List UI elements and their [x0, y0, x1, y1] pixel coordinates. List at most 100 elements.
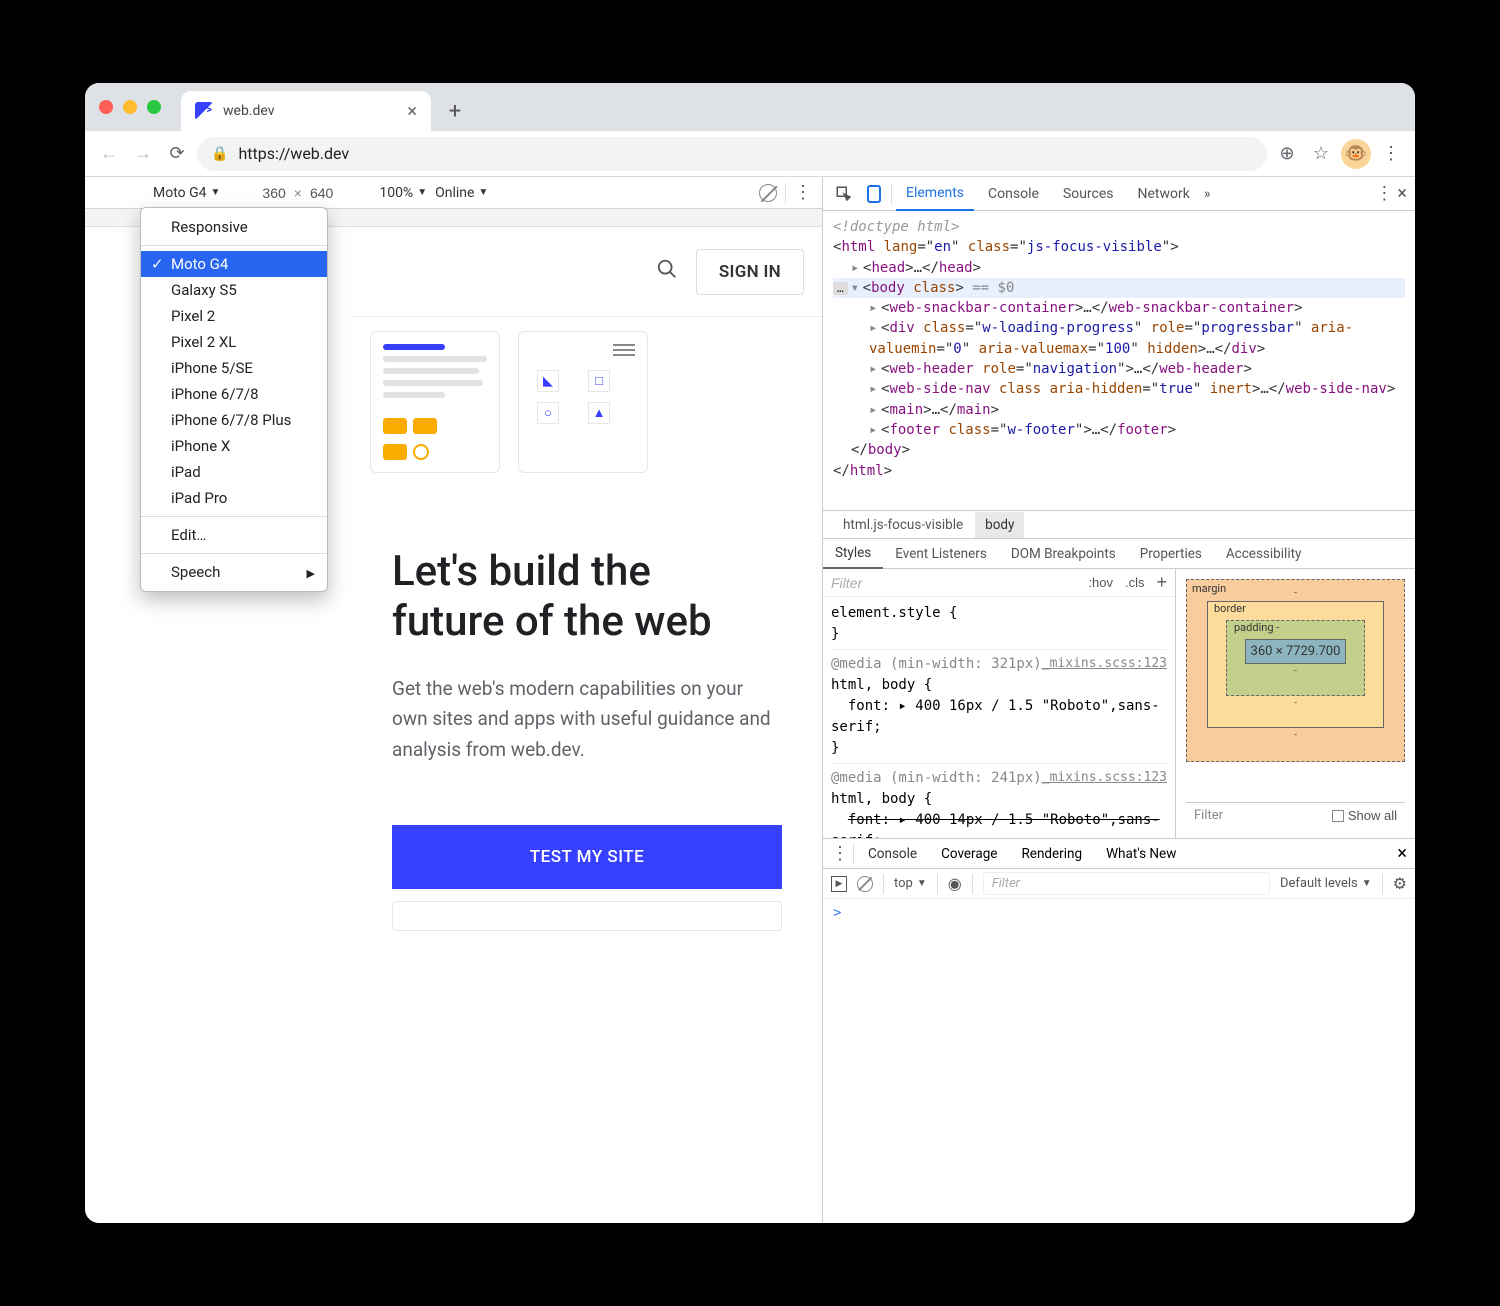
context-select[interactable]: top ▼: [894, 876, 927, 891]
device-select[interactable]: Moto G4 ▼: [153, 185, 220, 201]
rule-source[interactable]: _mixins.scss:123: [1042, 654, 1167, 674]
device-option[interactable]: Moto G4: [141, 251, 327, 277]
reload-icon[interactable]: ⟳: [163, 140, 191, 168]
cls-toggle[interactable]: .cls: [1125, 575, 1145, 590]
card[interactable]: ◣ □ ○ ▲: [518, 331, 648, 473]
play-icon[interactable]: ▶: [831, 876, 847, 892]
tab-network[interactable]: Network: [1128, 178, 1200, 210]
hov-toggle[interactable]: :hov: [1088, 575, 1113, 590]
address-bar[interactable]: 🔒 https://web.dev: [197, 137, 1267, 171]
device-option[interactable]: iPhone 6/7/8: [141, 381, 327, 407]
device-mode-icon[interactable]: [861, 181, 887, 207]
minimize-window-icon[interactable]: [123, 100, 137, 114]
forward-icon[interactable]: →: [129, 140, 157, 168]
close-window-icon[interactable]: [99, 100, 113, 114]
device-option[interactable]: iPhone X: [141, 433, 327, 459]
tab-elements[interactable]: Elements: [896, 177, 974, 211]
rule-source[interactable]: _mixins.scss:123: [1042, 768, 1167, 788]
device-option[interactable]: Pixel 2 XL: [141, 329, 327, 355]
devtools-menu-icon[interactable]: ⋮: [1375, 183, 1393, 204]
show-all-toggle[interactable]: Show all: [1332, 808, 1397, 823]
placeholder-line: [383, 344, 445, 350]
profile-avatar[interactable]: 🐵: [1341, 139, 1371, 169]
dom-line-selected[interactable]: …▾<body class> == $0: [833, 278, 1405, 298]
device-option[interactable]: iPhone 6/7/8 Plus: [141, 407, 327, 433]
viewport-width[interactable]: 360: [262, 185, 285, 201]
device-speech[interactable]: Speech: [141, 559, 327, 585]
input-placeholder[interactable]: [392, 901, 782, 931]
dom-line[interactable]: ▸<head>…</head>: [833, 258, 1405, 278]
drawer-menu-icon[interactable]: ⋮: [831, 843, 849, 864]
console-filter-input[interactable]: Filter: [983, 872, 1270, 895]
computed-filter-input[interactable]: Filter: [1194, 808, 1223, 823]
device-option-responsive[interactable]: Responsive: [141, 214, 327, 240]
dom-line[interactable]: ▸<div class="w-loading-progress" role="p…: [833, 318, 1405, 359]
tab-close-icon[interactable]: ×: [407, 101, 417, 122]
rules-list[interactable]: element.style {} _mixins.scss:123 @media…: [823, 597, 1175, 838]
device-option[interactable]: iPhone 5/SE: [141, 355, 327, 381]
cta-button[interactable]: TEST MY SITE: [392, 825, 782, 889]
signin-button[interactable]: SIGN IN: [696, 249, 804, 295]
drawer-close-icon[interactable]: ×: [1397, 843, 1407, 864]
tab-sources[interactable]: Sources: [1053, 178, 1124, 210]
dom-line[interactable]: <html lang="en" class="js-focus-visible"…: [833, 237, 1405, 257]
hero-title: Let's build the future of the web: [392, 547, 782, 648]
new-rule-icon[interactable]: +: [1156, 572, 1167, 593]
styles-filter-input[interactable]: Filter: [831, 575, 1076, 591]
box-model-pane: margin - border padding - 360 × 7729.700…: [1175, 569, 1415, 838]
dom-line[interactable]: </body>: [833, 440, 1405, 460]
dom-line[interactable]: ▸<web-side-nav class aria-hidden="true" …: [833, 379, 1405, 399]
console-settings-icon[interactable]: ⚙: [1393, 874, 1407, 893]
console-body[interactable]: >: [823, 899, 1415, 1223]
rule: element.style {}: [831, 603, 1167, 645]
install-icon[interactable]: ⊕: [1273, 140, 1301, 168]
triangle-icon: ▲: [588, 402, 610, 424]
drawer-tab-console[interactable]: Console: [858, 838, 927, 870]
dom-line[interactable]: </html>: [833, 461, 1405, 481]
crumb-item[interactable]: body: [975, 512, 1024, 538]
box-model[interactable]: margin - border padding - 360 × 7729.700…: [1186, 579, 1405, 762]
subtab-props[interactable]: Properties: [1128, 540, 1214, 568]
more-tabs-icon[interactable]: »: [1204, 186, 1211, 202]
dom-line[interactable]: ▸<web-snackbar-container>…</web-snackbar…: [833, 298, 1405, 318]
back-icon[interactable]: ←: [95, 140, 123, 168]
bookmark-icon[interactable]: ☆: [1307, 140, 1335, 168]
menu-separator: [141, 516, 327, 517]
drawer-tab-coverage[interactable]: Coverage: [931, 838, 1007, 870]
tab-console[interactable]: Console: [978, 178, 1049, 210]
devtools-close-icon[interactable]: ×: [1397, 183, 1407, 204]
dom-line[interactable]: ▸<footer class="w-footer">…</footer>: [833, 420, 1405, 440]
dom-line[interactable]: ▸<web-header role="navigation">…</web-he…: [833, 359, 1405, 379]
viewport-height[interactable]: 640: [310, 185, 333, 201]
device-option[interactable]: iPad Pro: [141, 485, 327, 511]
zoom-select[interactable]: 100% ▼: [379, 185, 427, 201]
browser-menu-icon[interactable]: ⋮: [1377, 140, 1405, 168]
inspect-icon[interactable]: [831, 181, 857, 207]
maximize-window-icon[interactable]: [147, 100, 161, 114]
dom-line[interactable]: ▸<main>…</main>: [833, 400, 1405, 420]
search-icon[interactable]: [656, 258, 678, 286]
drawer-tab-rendering[interactable]: Rendering: [1011, 838, 1092, 870]
card[interactable]: [370, 331, 500, 473]
device-edit[interactable]: Edit…: [141, 522, 327, 548]
device-menu-icon[interactable]: ⋮: [794, 182, 812, 203]
browser-tab[interactable]: web.dev ×: [181, 91, 431, 131]
clear-console-icon[interactable]: [857, 876, 873, 892]
crumb-item[interactable]: html.js-focus-visible: [833, 512, 973, 538]
device-option[interactable]: iPad: [141, 459, 327, 485]
rotate-icon[interactable]: [759, 184, 777, 202]
subtab-dombp[interactable]: DOM Breakpoints: [999, 540, 1128, 568]
drawer-tab-whatsnew[interactable]: What's New: [1096, 838, 1186, 870]
device-option[interactable]: Galaxy S5: [141, 277, 327, 303]
device-option[interactable]: Pixel 2: [141, 303, 327, 329]
dom-tree[interactable]: <!doctype html> <html lang="en" class="j…: [823, 211, 1415, 511]
subtab-styles[interactable]: Styles: [823, 539, 883, 569]
live-expression-icon[interactable]: ◉: [948, 874, 962, 893]
emulation-pane: Moto G4 ▼ 360 × 640 100% ▼ Online ▼: [85, 177, 823, 1223]
page-header: SIGN IN: [352, 227, 822, 317]
new-tab-button[interactable]: +: [439, 95, 471, 127]
log-levels-select[interactable]: Default levels ▼: [1280, 876, 1372, 891]
throttling-select[interactable]: Online ▼: [435, 185, 488, 201]
subtab-events[interactable]: Event Listeners: [883, 540, 999, 568]
subtab-a11y[interactable]: Accessibility: [1214, 540, 1314, 568]
